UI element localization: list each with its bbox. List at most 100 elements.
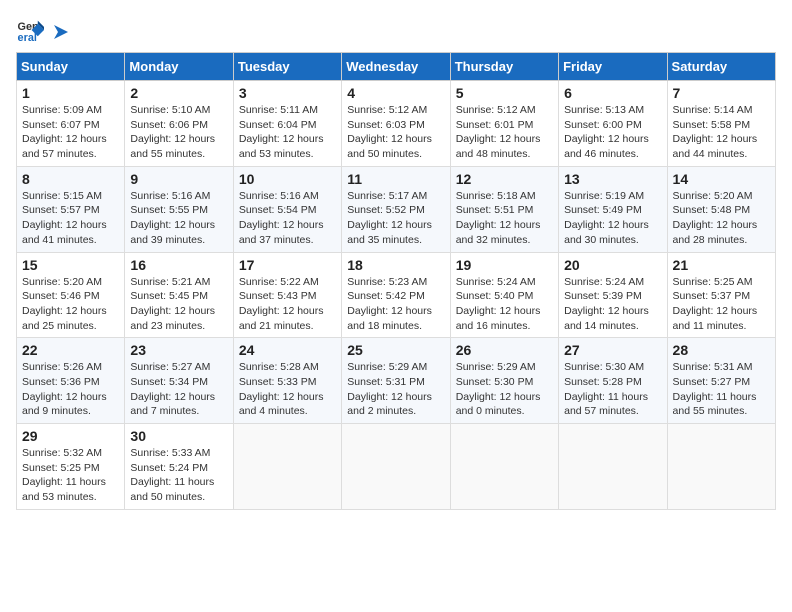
day-number: 6 xyxy=(564,85,661,101)
calendar-table: SundayMondayTuesdayWednesdayThursdayFrid… xyxy=(16,52,776,510)
day-number: 13 xyxy=(564,171,661,187)
day-detail: Sunrise: 5:30 AM Sunset: 5:28 PM Dayligh… xyxy=(564,360,661,419)
day-number: 18 xyxy=(347,257,444,273)
calendar-cell: 7 Sunrise: 5:14 AM Sunset: 5:58 PM Daylig… xyxy=(667,81,775,167)
calendar-cell: 12 Sunrise: 5:18 AM Sunset: 5:51 PM Dayli… xyxy=(450,166,558,252)
day-number: 29 xyxy=(22,428,119,444)
calendar-cell xyxy=(667,424,775,510)
day-detail: Sunrise: 5:22 AM Sunset: 5:43 PM Dayligh… xyxy=(239,275,336,334)
calendar-cell: 2 Sunrise: 5:10 AM Sunset: 6:06 PM Daylig… xyxy=(125,81,233,167)
calendar-cell: 22Sunrise: 5:26 AM Sunset: 5:36 PM Dayli… xyxy=(17,338,125,424)
day-number: 23 xyxy=(130,342,227,358)
col-header-thursday: Thursday xyxy=(450,53,558,81)
day-number: 15 xyxy=(22,257,119,273)
calendar-cell: 3 Sunrise: 5:11 AM Sunset: 6:04 PM Daylig… xyxy=(233,81,341,167)
calendar-cell xyxy=(233,424,341,510)
calendar-cell: 4 Sunrise: 5:12 AM Sunset: 6:03 PM Daylig… xyxy=(342,81,450,167)
col-header-monday: Monday xyxy=(125,53,233,81)
calendar-cell: 24 Sunrise: 5:28 AM Sunset: 5:33 PM Dayli… xyxy=(233,338,341,424)
day-number: 27 xyxy=(564,342,661,358)
calendar-cell: 23 Sunrise: 5:27 AM Sunset: 5:34 PM Dayli… xyxy=(125,338,233,424)
calendar-cell xyxy=(450,424,558,510)
calendar-cell: 16 Sunrise: 5:21 AM Sunset: 5:45 PM Dayli… xyxy=(125,252,233,338)
day-detail: Sunrise: 5:20 AM Sunset: 5:46 PM Dayligh… xyxy=(22,275,119,334)
col-header-wednesday: Wednesday xyxy=(342,53,450,81)
calendar-cell: 11 Sunrise: 5:17 AM Sunset: 5:52 PM Dayli… xyxy=(342,166,450,252)
day-detail: Sunrise: 5:28 AM Sunset: 5:33 PM Dayligh… xyxy=(239,360,336,419)
calendar-cell: 21 Sunrise: 5:25 AM Sunset: 5:37 PM Dayli… xyxy=(667,252,775,338)
day-number: 30 xyxy=(130,428,227,444)
day-number: 9 xyxy=(130,171,227,187)
calendar-cell: 10 Sunrise: 5:16 AM Sunset: 5:54 PM Dayli… xyxy=(233,166,341,252)
day-detail: Sunrise: 5:12 AM Sunset: 6:03 PM Dayligh… xyxy=(347,103,444,162)
day-detail: Sunrise: 5:17 AM Sunset: 5:52 PM Dayligh… xyxy=(347,189,444,248)
calendar-cell xyxy=(559,424,667,510)
day-number: 16 xyxy=(130,257,227,273)
day-number: 3 xyxy=(239,85,336,101)
day-detail: Sunrise: 5:25 AM Sunset: 5:37 PM Dayligh… xyxy=(673,275,770,334)
col-header-friday: Friday xyxy=(559,53,667,81)
day-detail: Sunrise: 5:23 AM Sunset: 5:42 PM Dayligh… xyxy=(347,275,444,334)
calendar-cell: 17 Sunrise: 5:22 AM Sunset: 5:43 PM Dayli… xyxy=(233,252,341,338)
day-detail: Sunrise: 5:27 AM Sunset: 5:34 PM Dayligh… xyxy=(130,360,227,419)
day-number: 24 xyxy=(239,342,336,358)
day-detail: Sunrise: 5:21 AM Sunset: 5:45 PM Dayligh… xyxy=(130,275,227,334)
day-detail: Sunrise: 5:10 AM Sunset: 6:06 PM Dayligh… xyxy=(130,103,227,162)
day-number: 5 xyxy=(456,85,553,101)
logo-arrow xyxy=(50,21,72,43)
day-number: 28 xyxy=(673,342,770,358)
calendar-cell: 25 Sunrise: 5:29 AM Sunset: 5:31 PM Dayli… xyxy=(342,338,450,424)
logo: Gen eral xyxy=(16,16,72,44)
day-number: 14 xyxy=(673,171,770,187)
calendar-cell: 19 Sunrise: 5:24 AM Sunset: 5:40 PM Dayli… xyxy=(450,252,558,338)
calendar-cell: 14 Sunrise: 5:20 AM Sunset: 5:48 PM Dayli… xyxy=(667,166,775,252)
calendar-cell: 20 Sunrise: 5:24 AM Sunset: 5:39 PM Dayli… xyxy=(559,252,667,338)
day-detail: Sunrise: 5:16 AM Sunset: 5:54 PM Dayligh… xyxy=(239,189,336,248)
day-detail: Sunrise: 5:15 AM Sunset: 5:57 PM Dayligh… xyxy=(22,189,119,248)
day-detail: Sunrise: 5:24 AM Sunset: 5:40 PM Dayligh… xyxy=(456,275,553,334)
day-number: 21 xyxy=(673,257,770,273)
day-number: 20 xyxy=(564,257,661,273)
day-detail: Sunrise: 5:31 AM Sunset: 5:27 PM Dayligh… xyxy=(673,360,770,419)
day-number: 25 xyxy=(347,342,444,358)
col-header-saturday: Saturday xyxy=(667,53,775,81)
calendar-cell: 18 Sunrise: 5:23 AM Sunset: 5:42 PM Dayli… xyxy=(342,252,450,338)
day-detail: Sunrise: 5:29 AM Sunset: 5:30 PM Dayligh… xyxy=(456,360,553,419)
day-number: 2 xyxy=(130,85,227,101)
day-number: 17 xyxy=(239,257,336,273)
calendar-cell: 27 Sunrise: 5:30 AM Sunset: 5:28 PM Dayli… xyxy=(559,338,667,424)
calendar-cell: 13Sunrise: 5:19 AM Sunset: 5:49 PM Dayli… xyxy=(559,166,667,252)
calendar-cell: 26 Sunrise: 5:29 AM Sunset: 5:30 PM Dayli… xyxy=(450,338,558,424)
day-detail: Sunrise: 5:09 AM Sunset: 6:07 PM Dayligh… xyxy=(22,103,119,162)
day-detail: Sunrise: 5:20 AM Sunset: 5:48 PM Dayligh… xyxy=(673,189,770,248)
day-detail: Sunrise: 5:33 AM Sunset: 5:24 PM Dayligh… xyxy=(130,446,227,505)
col-header-tuesday: Tuesday xyxy=(233,53,341,81)
day-number: 12 xyxy=(456,171,553,187)
col-header-sunday: Sunday xyxy=(17,53,125,81)
day-number: 4 xyxy=(347,85,444,101)
day-number: 10 xyxy=(239,171,336,187)
day-detail: Sunrise: 5:16 AM Sunset: 5:55 PM Dayligh… xyxy=(130,189,227,248)
day-detail: Sunrise: 5:11 AM Sunset: 6:04 PM Dayligh… xyxy=(239,103,336,162)
day-detail: Sunrise: 5:29 AM Sunset: 5:31 PM Dayligh… xyxy=(347,360,444,419)
svg-text:eral: eral xyxy=(18,32,37,44)
day-number: 1 xyxy=(22,85,119,101)
day-detail: Sunrise: 5:18 AM Sunset: 5:51 PM Dayligh… xyxy=(456,189,553,248)
day-detail: Sunrise: 5:14 AM Sunset: 5:58 PM Dayligh… xyxy=(673,103,770,162)
header: Gen eral xyxy=(16,16,776,44)
day-detail: Sunrise: 5:12 AM Sunset: 6:01 PM Dayligh… xyxy=(456,103,553,162)
day-detail: Sunrise: 5:32 AM Sunset: 5:25 PM Dayligh… xyxy=(22,446,119,505)
calendar-cell: 9 Sunrise: 5:16 AM Sunset: 5:55 PM Daylig… xyxy=(125,166,233,252)
day-number: 7 xyxy=(673,85,770,101)
calendar-cell: 30 Sunrise: 5:33 AM Sunset: 5:24 PM Dayli… xyxy=(125,424,233,510)
day-detail: Sunrise: 5:26 AM Sunset: 5:36 PM Dayligh… xyxy=(22,360,119,419)
day-number: 26 xyxy=(456,342,553,358)
calendar-cell: 15 Sunrise: 5:20 AM Sunset: 5:46 PM Dayli… xyxy=(17,252,125,338)
calendar-cell xyxy=(342,424,450,510)
calendar-cell: 8 Sunrise: 5:15 AM Sunset: 5:57 PM Daylig… xyxy=(17,166,125,252)
day-number: 8 xyxy=(22,171,119,187)
day-number: 19 xyxy=(456,257,553,273)
calendar-cell: 1 Sunrise: 5:09 AM Sunset: 6:07 PM Daylig… xyxy=(17,81,125,167)
day-detail: Sunrise: 5:24 AM Sunset: 5:39 PM Dayligh… xyxy=(564,275,661,334)
day-number: 11 xyxy=(347,171,444,187)
